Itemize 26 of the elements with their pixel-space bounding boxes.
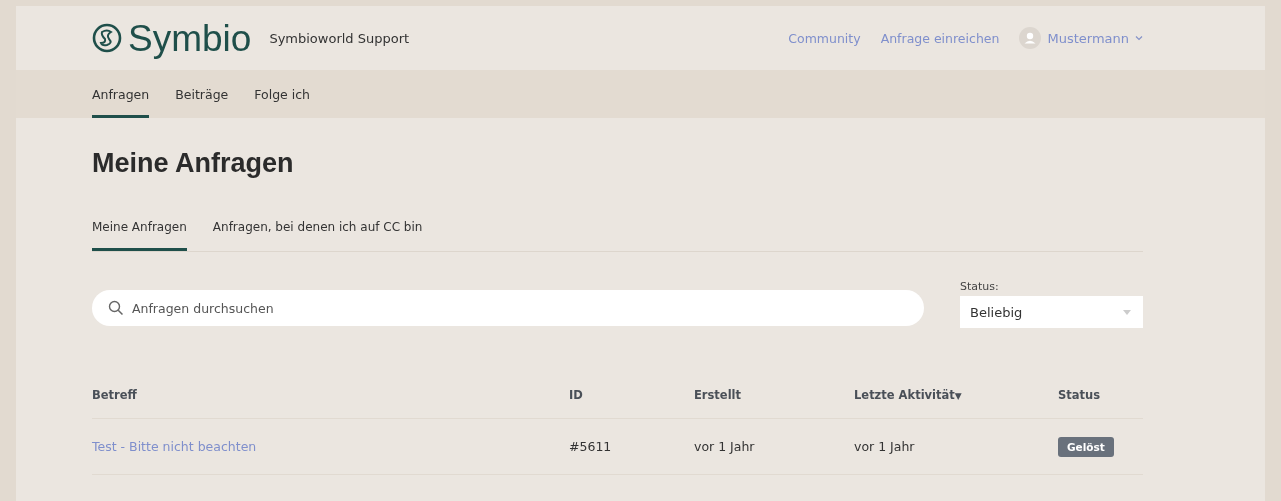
column-header[interactable]: Letzte Aktivität▼: [854, 387, 962, 402]
dropdown-caret-icon: [1123, 309, 1131, 315]
search-field[interactable]: Anfragen durchsuchen: [92, 290, 924, 326]
filter-label: Status:: [960, 280, 1000, 293]
table-cell: vor 1 Jahr: [854, 439, 915, 454]
sub-tab[interactable]: Meine Anfragen: [92, 212, 187, 251]
site-title: Symbioworld Support: [269, 30, 410, 46]
column-header[interactable]: Betreff: [92, 387, 137, 402]
chevron-icon: [1135, 35, 1143, 41]
nav-tab[interactable]: Folge ich: [254, 70, 311, 118]
status-dropdown[interactable]: Beliebig: [960, 296, 1143, 328]
table-cell: #5611: [569, 439, 612, 454]
column-header[interactable]: Status: [1058, 387, 1101, 402]
logo-icon[interactable]: [92, 23, 122, 53]
column-header[interactable]: Erstellt: [694, 387, 742, 402]
table-cell: vor 1 Jahr: [694, 439, 755, 454]
logo-text[interactable]: Symbio: [128, 19, 252, 57]
nav-tab[interactable]: Anfragen: [92, 70, 150, 118]
status-badge: Gelöst: [1058, 437, 1114, 457]
sort-indicator[interactable]: ▼: [954, 390, 962, 401]
sub-tab[interactable]: Anfragen, bei denen ich auf CC bin: [212, 212, 423, 251]
page-title: Meine Anfragen: [92, 147, 295, 180]
column-header[interactable]: ID: [569, 387, 583, 402]
avatar-icon: [1019, 27, 1042, 49]
search-icon: [108, 300, 124, 316]
nav-tab[interactable]: Beiträge: [175, 70, 229, 118]
